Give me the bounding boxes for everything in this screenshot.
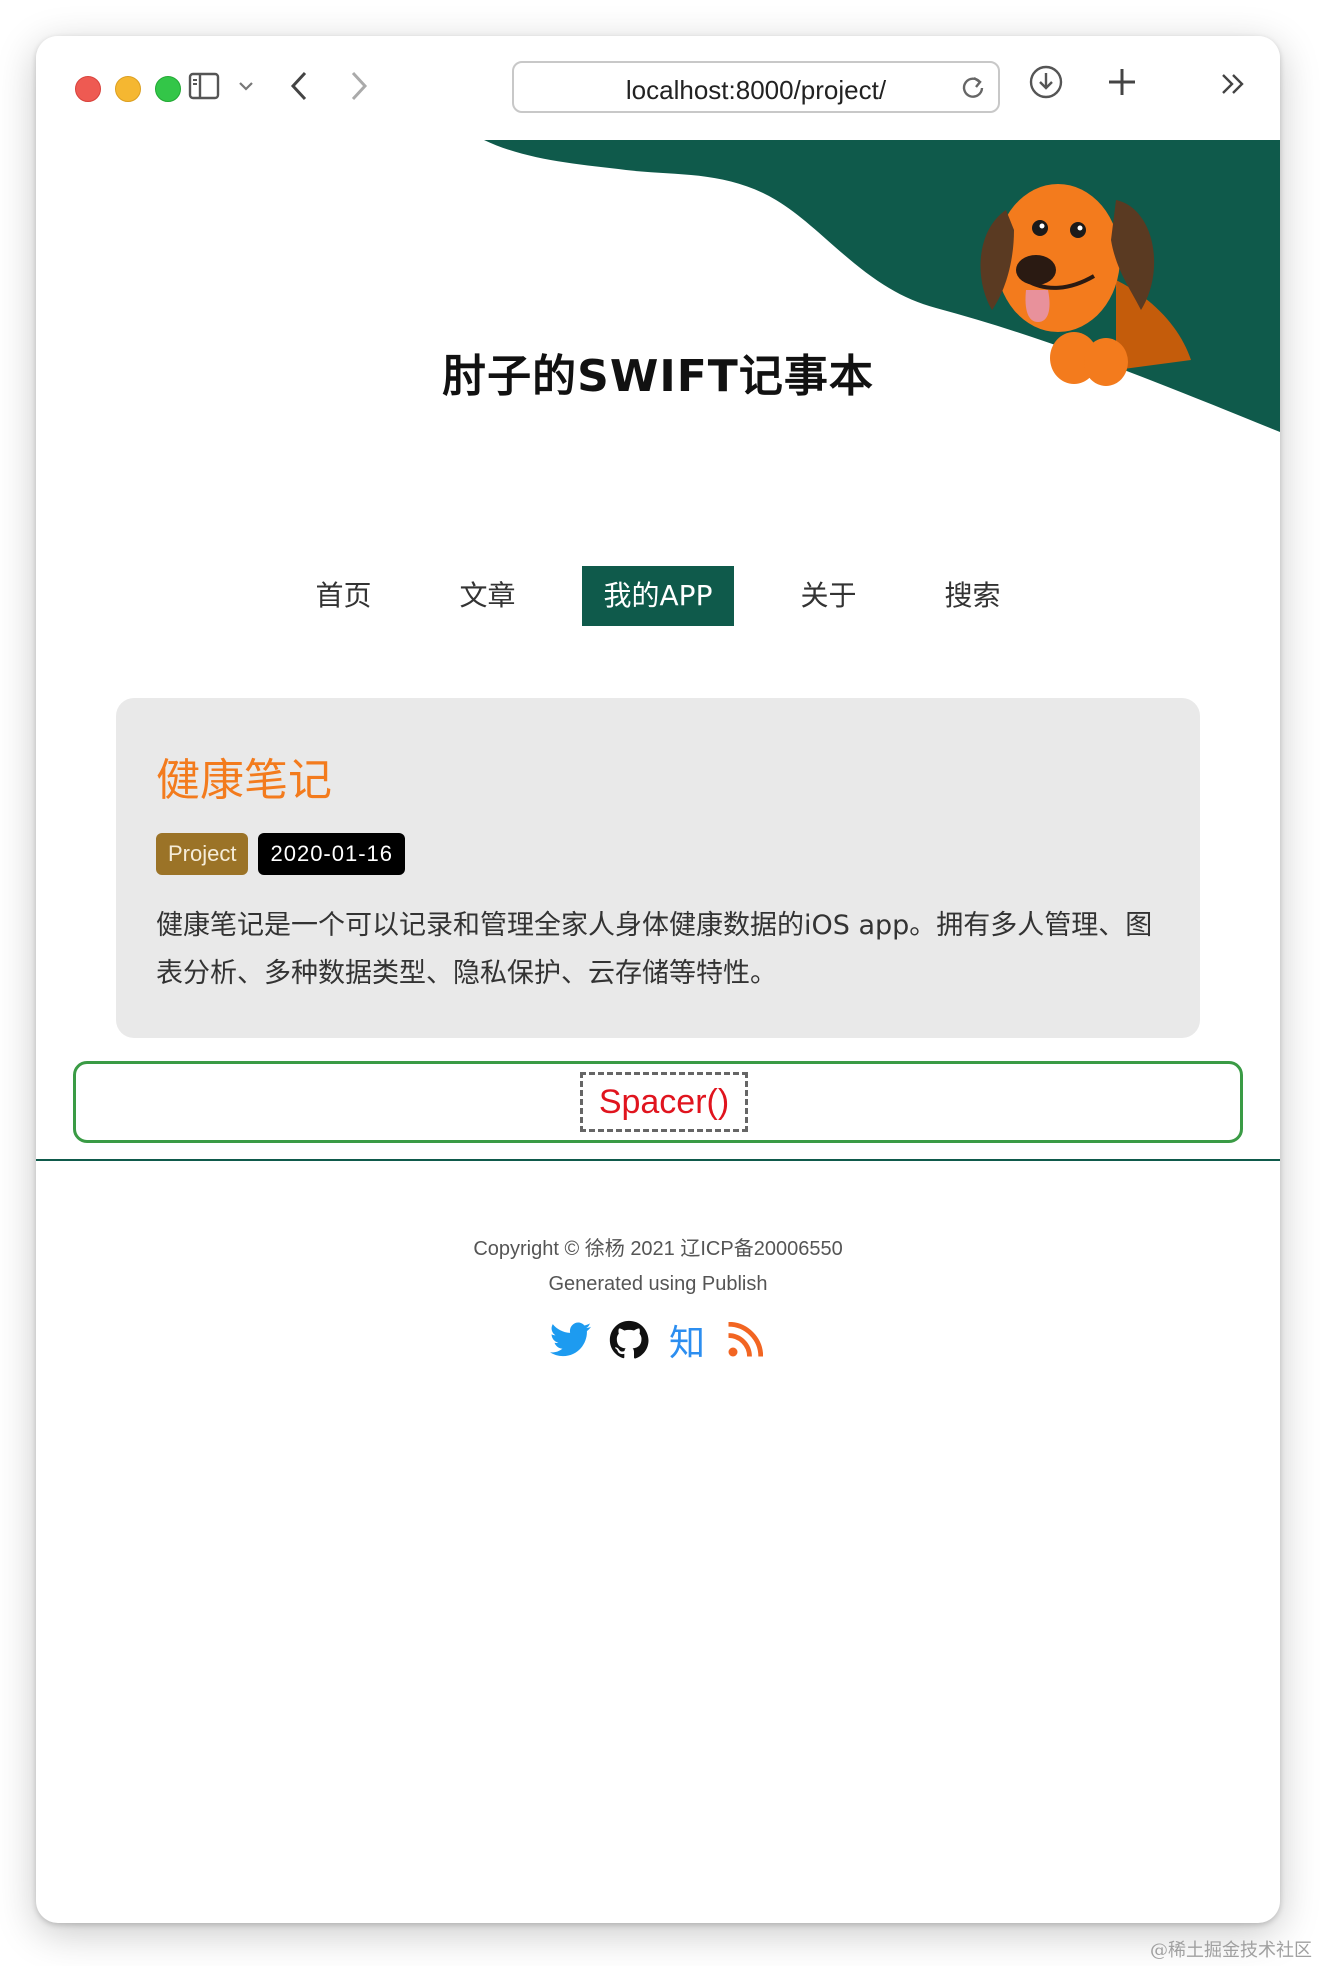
nav-item-articles[interactable]: 文章	[438, 566, 538, 626]
project-date-badge: 2020-01-16	[258, 833, 406, 875]
close-window-button[interactable]	[75, 76, 101, 102]
address-bar[interactable]: localhost:8000/project/	[512, 61, 1000, 113]
twitter-icon[interactable]	[549, 1318, 593, 1362]
spacer-annotation-label: Spacer()	[580, 1072, 748, 1132]
footer-generated[interactable]: Generated using Publish	[36, 1273, 1280, 1296]
new-tab-icon[interactable]	[1102, 62, 1142, 102]
reload-icon[interactable]	[960, 74, 986, 104]
footer-social-links: 知	[36, 1318, 1280, 1364]
project-title[interactable]: 健康笔记	[156, 744, 332, 808]
spacer-annotation-box: Spacer()	[73, 1061, 1243, 1143]
forward-icon[interactable]	[346, 66, 372, 106]
zoom-window-button[interactable]	[155, 76, 181, 102]
nav-item-about[interactable]: 关于	[778, 566, 878, 626]
browser-window: localhost:8000/project/ 肘子的SWIFT记事本 首页 文…	[36, 36, 1280, 1923]
back-icon[interactable]	[286, 66, 312, 106]
zhihu-icon-text: 知	[668, 1323, 705, 1364]
rss-icon[interactable]	[723, 1318, 767, 1362]
chevron-down-icon[interactable]	[234, 70, 258, 102]
nav-item-home[interactable]: 首页	[294, 566, 394, 626]
more-tabs-icon[interactable]	[1216, 66, 1252, 102]
site-header: 肘子的SWIFT记事本	[36, 140, 1280, 470]
watermark-text: @稀土掘金技术社区	[1150, 1940, 1312, 1961]
browser-toolbar: localhost:8000/project/	[36, 36, 1280, 140]
site-title: 肘子的SWIFT记事本	[442, 351, 874, 402]
sidebar-toggle-icon[interactable]	[186, 68, 222, 104]
footer-divider	[36, 1159, 1280, 1161]
main-nav: 首页 文章 我的APP 关于 搜索	[36, 566, 1280, 626]
nav-item-my-app[interactable]: 我的APP	[581, 566, 735, 626]
minimize-window-button[interactable]	[115, 76, 141, 102]
project-card[interactable]: 健康笔记 Project 2020-01-16 健康笔记是一个可以记录和管理全家…	[116, 698, 1200, 1038]
url-text: localhost:8000/project/	[625, 75, 887, 105]
nav-item-search[interactable]: 搜索	[922, 566, 1022, 626]
project-tags: Project 2020-01-16	[156, 833, 406, 875]
project-tag-badge[interactable]: Project	[156, 833, 249, 875]
footer-copyright: Copyright © 徐杨 2021 辽ICP备20006550	[473, 1238, 843, 1260]
project-description: 健康笔记是一个可以记录和管理全家人身体健康数据的iOS app。拥有多人管理、图…	[156, 910, 1153, 989]
download-icon[interactable]	[1026, 62, 1066, 102]
github-icon[interactable]	[607, 1318, 651, 1362]
zhihu-icon[interactable]: 知	[665, 1318, 709, 1364]
